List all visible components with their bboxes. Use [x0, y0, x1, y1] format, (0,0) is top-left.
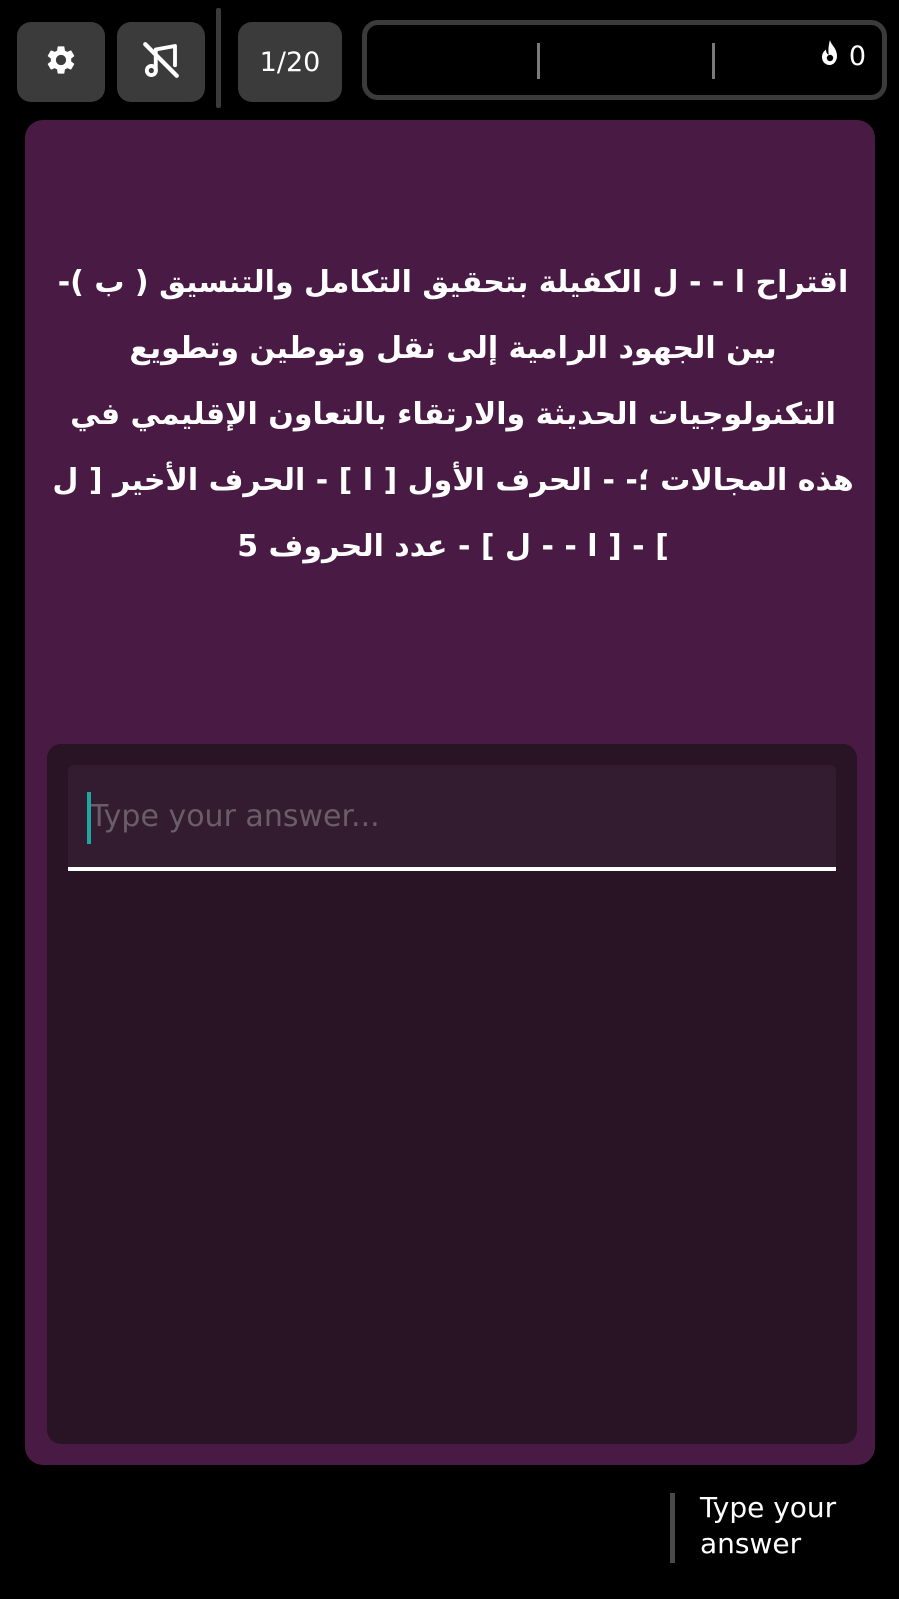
progress-bar: 0: [362, 20, 887, 100]
footer-divider: [670, 1493, 675, 1563]
question-text: اقتراح ا - - ل الكفيلة بتحقيق التكامل وا…: [52, 265, 854, 564]
streak-counter: 0: [819, 39, 866, 74]
settings-button[interactable]: [17, 22, 105, 102]
music-off-icon: [140, 39, 182, 85]
mute-music-button[interactable]: [117, 22, 205, 102]
progress-milestone: [712, 43, 715, 79]
text-caret: [87, 792, 91, 844]
gear-icon: [44, 43, 78, 81]
flame-icon: [819, 39, 841, 74]
answer-panel: [47, 744, 857, 1444]
question-counter-label: 1/20: [259, 46, 321, 78]
top-bar: 1/20 0: [0, 0, 899, 110]
answer-input[interactable]: [68, 765, 836, 871]
streak-count: 0: [848, 41, 866, 72]
toolbar-divider: [216, 8, 221, 108]
submit-answer-label: Type your answer: [700, 1491, 837, 1560]
question-counter: 1/20: [238, 22, 342, 102]
question-card: اقتراح ا - - ل الكفيلة بتحقيق التكامل وا…: [25, 120, 875, 1465]
submit-answer-button[interactable]: Type your answer: [700, 1490, 890, 1570]
progress-milestone: [537, 43, 540, 79]
